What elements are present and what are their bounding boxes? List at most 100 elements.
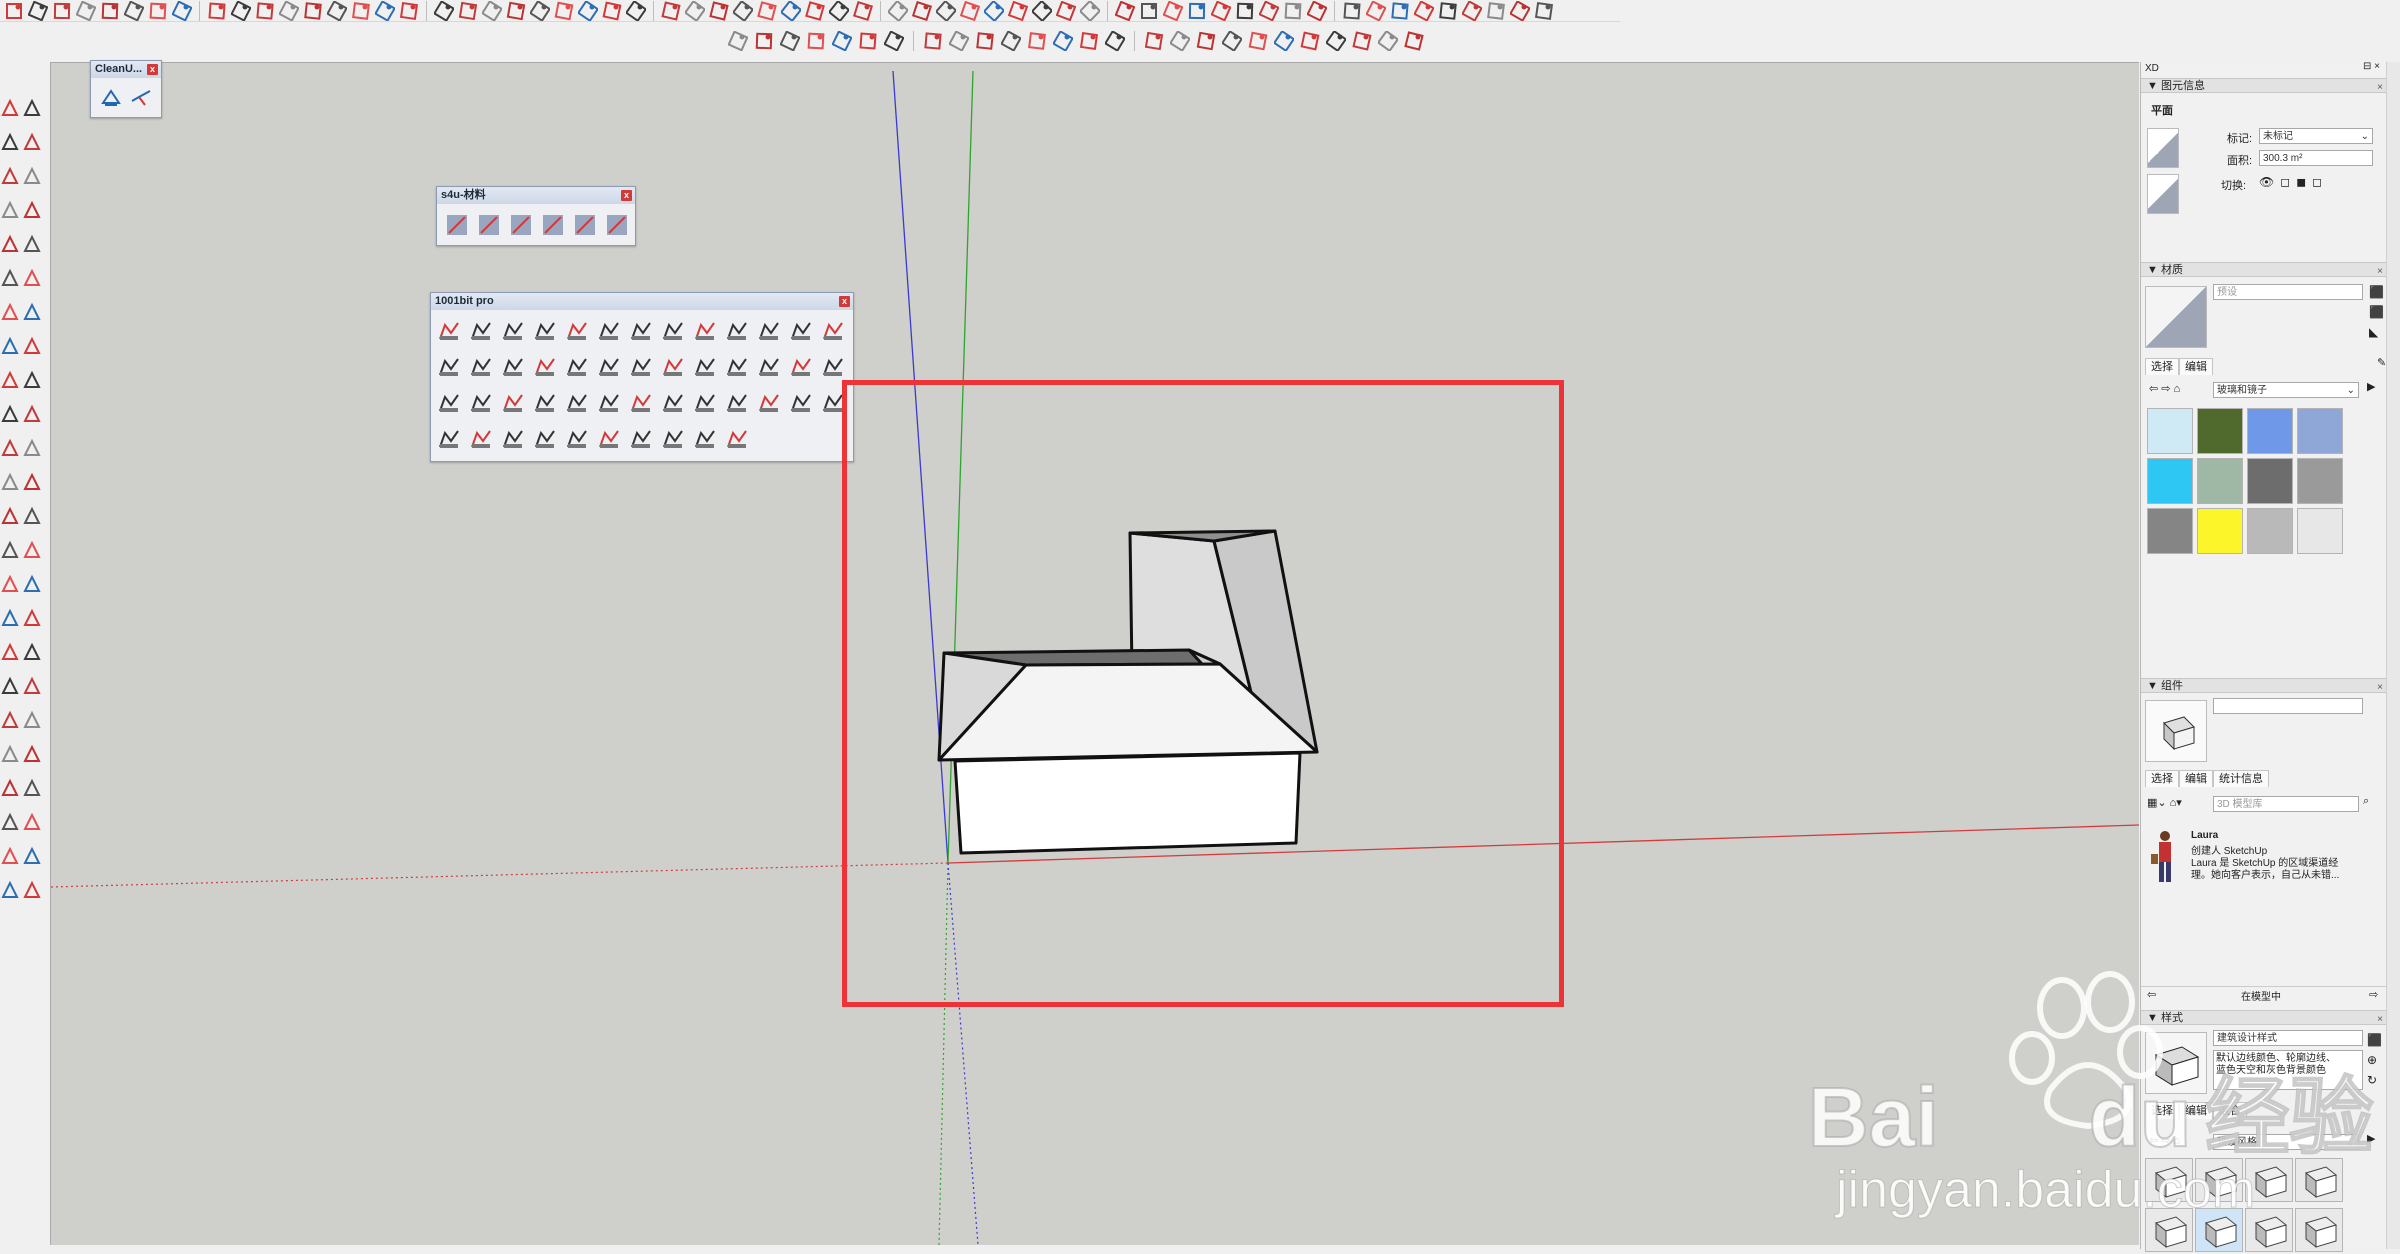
1001bit-tool-icon[interactable] <box>629 355 653 379</box>
1001bit-tool-icon[interactable] <box>597 355 621 379</box>
material-swatch[interactable] <box>2147 408 2193 454</box>
1001bit-tool-icon[interactable] <box>437 319 461 343</box>
toolbar-tool-icon[interactable] <box>374 0 396 21</box>
component-search-input[interactable]: 3D 模型库 <box>2213 796 2359 812</box>
drawing-tool-icon[interactable] <box>0 268 20 288</box>
toolbar-tool-icon[interactable] <box>554 1 574 21</box>
cleanup-broom-icon[interactable] <box>99 85 123 109</box>
back-forward-icons[interactable]: ⇦ ⇨ ⌂ <box>2149 382 2180 395</box>
toolbar-tool-icon[interactable] <box>731 0 755 21</box>
style-thumbnail[interactable] <box>2245 1158 2293 1202</box>
toolbar-tool-icon[interactable] <box>624 0 648 21</box>
back-icon[interactable]: ⇦ <box>2147 988 2156 1001</box>
material-library-select[interactable]: 玻璃和镜子 ⌄ <box>2213 382 2359 398</box>
style-name-field[interactable]: 建筑设计样式 <box>2213 1030 2363 1046</box>
1001bit-tool-icon[interactable] <box>693 427 717 451</box>
drawing-tool-icon[interactable] <box>22 676 42 696</box>
toolbar-tool-icon[interactable] <box>948 30 970 52</box>
toolbar-tool-icon[interactable] <box>757 0 777 21</box>
drawing-tool-icon[interactable] <box>0 880 20 900</box>
back-forward-icons[interactable]: ⇦ ⇨ ⌂ <box>2149 1134 2180 1147</box>
1001bit-tool-icon[interactable] <box>565 319 589 343</box>
toolbar-tool-icon[interactable] <box>1438 1 1458 21</box>
1001bit-tool-icon[interactable] <box>629 427 653 451</box>
drawing-tool-icon[interactable] <box>22 370 42 390</box>
toolbar-tool-icon[interactable] <box>458 1 478 21</box>
close-icon[interactable]: × <box>2377 264 2383 279</box>
toolbar-tool-icon[interactable] <box>1258 0 1280 21</box>
material-swatch[interactable] <box>2147 508 2193 554</box>
laura-figure[interactable] <box>2147 828 2183 886</box>
drawing-tool-icon[interactable] <box>22 540 42 560</box>
toolbar-tool-icon[interactable] <box>1027 31 1047 51</box>
1001bit-tool-icon[interactable] <box>725 427 749 451</box>
drawing-tool-icon[interactable] <box>0 166 20 186</box>
cleanup-toolbar[interactable]: CleanU... x <box>90 60 162 118</box>
material-tool-icon[interactable] <box>605 213 629 237</box>
toolbar-tool-icon[interactable] <box>399 1 419 21</box>
drawing-tool-icon[interactable] <box>0 710 20 730</box>
1001bit-tool-icon[interactable] <box>597 427 621 451</box>
toolbar-tool-icon[interactable] <box>351 1 371 21</box>
drawing-tool-icon[interactable] <box>22 574 42 594</box>
1001bit-tool-icon[interactable] <box>565 355 589 379</box>
style-thumbnail[interactable] <box>2195 1158 2243 1202</box>
toolbar-tool-icon[interactable] <box>1300 31 1320 51</box>
1001bit-tool-icon[interactable] <box>565 391 589 415</box>
s4u-material-toolbar[interactable]: s4u-材料 x <box>436 186 636 246</box>
drawing-tool-icon[interactable] <box>22 642 42 662</box>
toolbar-tool-icon[interactable] <box>1390 1 1410 21</box>
tab-stats[interactable]: 统计信息 <box>2213 770 2269 787</box>
toolbar-tool-icon[interactable] <box>1272 29 1296 53</box>
material-swatch[interactable] <box>2247 408 2293 454</box>
drawing-tool-icon[interactable] <box>0 234 20 254</box>
close-icon[interactable]: x <box>147 64 158 75</box>
tab-edit[interactable]: 编辑 <box>2179 1102 2213 1119</box>
toolbar-tool-icon[interactable] <box>1052 30 1074 52</box>
toolbar-tool-icon[interactable] <box>683 0 707 21</box>
1001bit-tool-icon[interactable] <box>757 355 781 379</box>
toolbar-tool-icon[interactable] <box>576 0 600 21</box>
style-thumbnail[interactable] <box>2295 1158 2343 1202</box>
toolbar-tool-icon[interactable] <box>1486 1 1506 21</box>
cleanup-edges-icon[interactable] <box>129 85 153 109</box>
toolbar-tool-icon[interactable] <box>27 0 49 21</box>
back-material-swatch[interactable] <box>2147 174 2179 214</box>
drawing-tool-icon[interactable] <box>22 336 42 356</box>
toolbar-tool-icon[interactable] <box>779 0 803 21</box>
toolbar-tool-icon[interactable] <box>303 1 323 21</box>
1001bit-tool-icon[interactable] <box>469 427 493 451</box>
1001bit-tool-icon[interactable] <box>597 319 621 343</box>
drawing-tool-icon[interactable] <box>0 472 20 492</box>
toolbar-tool-icon[interactable] <box>230 0 252 21</box>
tab-mix[interactable]: 混合 <box>2213 1102 2247 1119</box>
1001bit-tool-icon[interactable] <box>725 319 749 343</box>
material-name-field[interactable]: 预设 <box>2213 284 2363 300</box>
tray-controls[interactable]: ⊟ × <box>2363 61 2380 72</box>
material-swatch[interactable] <box>2247 508 2293 554</box>
tab-edit[interactable]: 编辑 <box>2179 770 2213 787</box>
drawing-tool-icon[interactable] <box>0 846 20 866</box>
toolbar-tool-icon[interactable] <box>1342 1 1362 21</box>
toolbar-tool-icon[interactable] <box>1210 0 1232 21</box>
drawing-tool-icon[interactable] <box>0 778 20 798</box>
material-tool-icon[interactable] <box>541 213 565 237</box>
1001bit-tool-icon[interactable] <box>661 427 685 451</box>
details-arrow-icon[interactable]: ▶ <box>2367 1132 2375 1145</box>
toolbar-tool-icon[interactable] <box>858 31 878 51</box>
1001bit-tool-icon[interactable] <box>789 355 813 379</box>
drawing-tool-icon[interactable] <box>0 608 20 628</box>
material-swatch[interactable] <box>2247 458 2293 504</box>
tag-select[interactable]: 未标记 ⌄ <box>2259 128 2373 144</box>
toolbar-tool-icon[interactable] <box>433 0 455 21</box>
1001bit-tool-icon[interactable] <box>597 391 621 415</box>
entity-info-header[interactable]: ▼ 图元信息 × <box>2141 78 2387 93</box>
toolbar-tool-icon[interactable] <box>1187 1 1207 21</box>
toolbar-tool-icon[interactable] <box>1306 0 1328 21</box>
tab-select[interactable]: 选择 <box>2145 1102 2179 1119</box>
drawing-tool-icon[interactable] <box>22 778 42 798</box>
toolbar-tool-icon[interactable] <box>148 1 168 21</box>
toolbar-tool-icon[interactable] <box>1144 31 1164 51</box>
drawing-tool-icon[interactable] <box>0 302 20 322</box>
1001bit-tool-icon[interactable] <box>501 355 525 379</box>
